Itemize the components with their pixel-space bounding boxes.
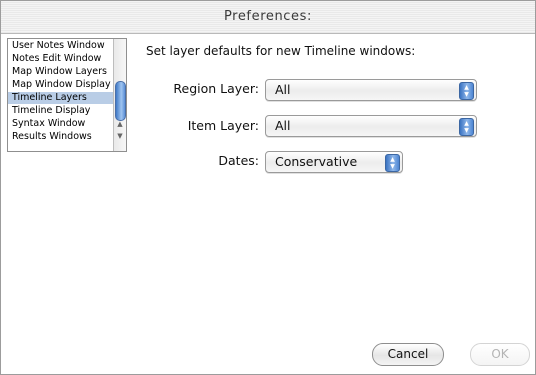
ok-button[interactable]: OK (470, 343, 530, 366)
scroll-up-arrow-icon[interactable]: ▲ (114, 119, 126, 129)
window-content: User Notes Window Notes Edit Window Map … (1, 34, 535, 374)
dates-label: Dates: (218, 153, 259, 168)
scroll-down-arrow-icon[interactable]: ▼ (114, 131, 126, 141)
list-item-results-windows[interactable]: Results Windows (8, 131, 116, 143)
popup-arrows-icon: ▲ ▼ (459, 82, 474, 100)
title-bar[interactable]: Preferences: (1, 1, 535, 34)
list-item-map-window-display[interactable]: Map Window Display (8, 79, 116, 91)
list-item-notes-edit-window[interactable]: Notes Edit Window (8, 53, 116, 65)
list-item-user-notes-window[interactable]: User Notes Window (8, 40, 116, 52)
popup-arrows-icon: ▲ ▼ (459, 118, 474, 136)
cancel-button[interactable]: Cancel (372, 343, 444, 366)
preferences-window: Preferences: User Notes Window Notes Edi… (0, 0, 536, 375)
dates-popup[interactable]: Conservative ▲ ▼ (265, 151, 403, 173)
list-item-timeline-layers[interactable]: Timeline Layers (8, 92, 116, 104)
list-item-map-window-layers[interactable]: Map Window Layers (8, 66, 116, 78)
region-layer-popup[interactable]: All ▲ ▼ (265, 79, 477, 101)
list-item-timeline-display[interactable]: Timeline Display (8, 105, 116, 117)
list-item-syntax-window[interactable]: Syntax Window (8, 118, 116, 130)
scrollbar-thumb[interactable] (115, 81, 126, 121)
window-title: Preferences: (223, 9, 313, 24)
region-layer-label: Region Layer: (173, 81, 259, 96)
dates-value: Conservative (275, 154, 358, 169)
preferences-category-list[interactable]: User Notes Window Notes Edit Window Map … (7, 38, 127, 152)
item-layer-label: Item Layer: (187, 118, 259, 133)
item-layer-value: All (275, 118, 291, 133)
region-layer-value: All (275, 82, 291, 97)
panel-heading: Set layer defaults for new Timeline wind… (146, 44, 416, 58)
item-layer-popup[interactable]: All ▲ ▼ (265, 115, 477, 137)
popup-arrows-icon: ▲ ▼ (385, 154, 400, 172)
list-scrollbar[interactable]: ▲ ▼ (113, 39, 126, 151)
